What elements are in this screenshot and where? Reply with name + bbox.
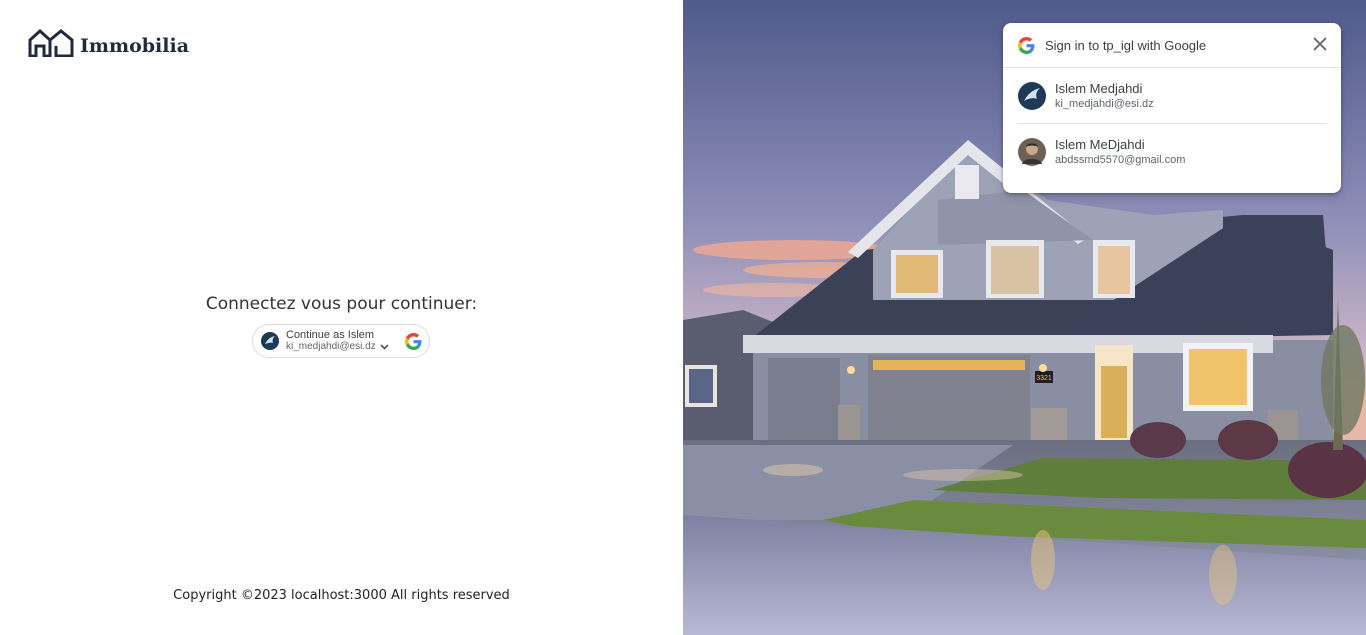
login-prompt: Connectez vous pour continuer: <box>205 294 478 314</box>
popup-title: Sign in to tp_igl with Google <box>1045 37 1207 53</box>
avatar <box>261 332 279 350</box>
copyright: Copyright ©2023 localhost:3000 All right… <box>173 588 510 603</box>
google-g-icon <box>405 333 422 350</box>
google-g-icon <box>1018 36 1035 54</box>
google-continue-button[interactable]: Continue as Islem ki_medjahdi@esi.dz <box>252 324 430 358</box>
chevron-down-icon[interactable] <box>380 344 389 350</box>
close-icon[interactable] <box>1313 37 1327 51</box>
account-name: Islem Medjahdi <box>1055 80 1143 96</box>
account-item-2[interactable]: Islem MeDjahdi abdssmd5570@gmail.com <box>1003 124 1341 179</box>
google-button-label: Continue as Islem <box>286 329 375 341</box>
account-item-1[interactable]: Islem Medjahdi ki_medjahdi@esi.dz <box>1003 68 1341 123</box>
login-panel: Immobilia Connectez vous pour continuer:… <box>0 0 683 635</box>
brand-name: Immobilia <box>80 35 190 57</box>
brand[interactable]: Immobilia <box>28 29 189 57</box>
popup-header: Sign in to tp_igl with Google <box>1003 23 1341 68</box>
google-button-email: ki_medjahdi@esi.dz <box>286 341 376 352</box>
account-email: abdssmd5570@gmail.com <box>1055 153 1186 166</box>
google-signin-popup: Sign in to tp_igl with Google Islem Medj… <box>1003 23 1341 193</box>
avatar <box>1018 137 1046 166</box>
house-logo-icon <box>28 29 74 57</box>
avatar <box>1018 81 1046 110</box>
house-number: 3321 <box>1036 375 1052 382</box>
account-name: Islem MeDjahdi <box>1055 136 1145 152</box>
account-email: ki_medjahdi@esi.dz <box>1055 97 1154 110</box>
